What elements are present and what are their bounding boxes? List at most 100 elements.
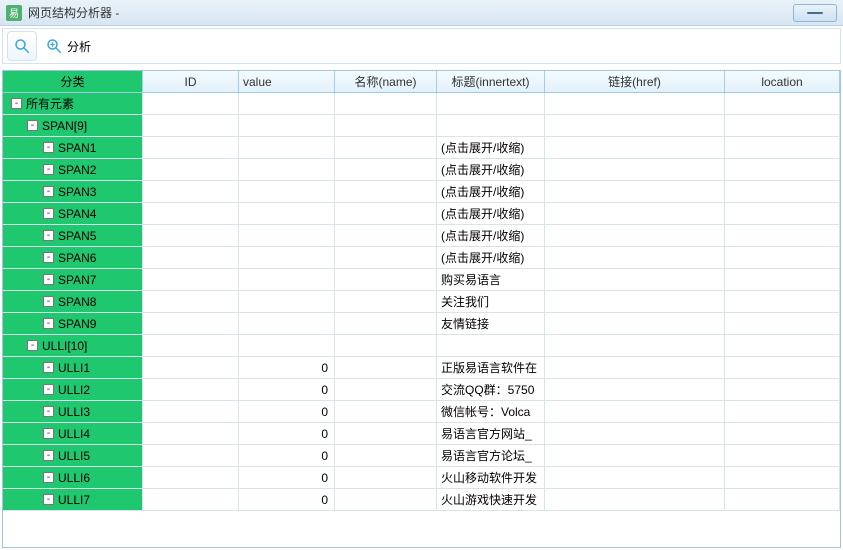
collapse-icon[interactable]: - [43, 164, 54, 175]
cell-value: 0 [239, 489, 335, 510]
tree-cell[interactable]: -ULLI5 [3, 445, 143, 466]
table-row[interactable]: -ULLI50易语言官方论坛_ [3, 445, 840, 467]
cell-title: 微信帐号：Volca [437, 401, 545, 422]
cell-location [725, 225, 840, 246]
table-row[interactable]: -SPAN4 (点击展开/收缩) [3, 203, 840, 225]
cell-location [725, 401, 840, 422]
col-header-title[interactable]: 标题(innertext) [437, 71, 545, 92]
collapse-icon[interactable]: - [43, 318, 54, 329]
cell-value [239, 159, 335, 180]
cell-href [545, 225, 725, 246]
cell-name [335, 181, 437, 202]
magnifier-button[interactable] [7, 31, 37, 61]
table-row[interactable]: -SPAN[9] [3, 115, 840, 137]
collapse-icon[interactable]: - [43, 208, 54, 219]
cell-location [725, 291, 840, 312]
tree-label: SPAN7 [58, 273, 96, 287]
tree-label: SPAN2 [58, 163, 96, 177]
collapse-icon[interactable]: - [43, 384, 54, 395]
collapse-icon[interactable]: - [43, 142, 54, 153]
tree-cell[interactable]: -SPAN1 [3, 137, 143, 158]
cell-href [545, 489, 725, 510]
collapse-icon[interactable]: - [43, 450, 54, 461]
collapse-icon[interactable]: - [27, 120, 38, 131]
cell-name [335, 159, 437, 180]
tree-label: ULLI4 [58, 427, 90, 441]
collapse-icon[interactable]: - [27, 340, 38, 351]
tree-label: ULLI2 [58, 383, 90, 397]
col-header-location[interactable]: location [725, 71, 840, 92]
toolbar: 分析 [2, 28, 841, 64]
table-row[interactable]: -SPAN3(点击展开/收缩) [3, 181, 840, 203]
tree-cell[interactable]: -SPAN6 [3, 247, 143, 268]
collapse-icon[interactable]: - [43, 230, 54, 241]
tree-cell[interactable]: -ULLI2 [3, 379, 143, 400]
col-header-name[interactable]: 名称(name) [335, 71, 437, 92]
cell-location [725, 423, 840, 444]
minimize-button[interactable] [793, 4, 837, 22]
col-header-href[interactable]: 链接(href) [545, 71, 725, 92]
tree-cell[interactable]: -SPAN[9] [3, 115, 143, 136]
cell-name [335, 401, 437, 422]
col-header-id[interactable]: ID [143, 71, 239, 92]
table-row[interactable]: -ULLI60火山移动软件开发 [3, 467, 840, 489]
window-title: 网页结构分析器 - [28, 4, 119, 21]
table-row[interactable]: -SPAN6(点击展开/收缩) [3, 247, 840, 269]
collapse-icon[interactable]: - [11, 98, 22, 109]
cell-value [239, 93, 335, 114]
table-row[interactable]: -SPAN1(点击展开/收缩) [3, 137, 840, 159]
tree-label: ULLI[10] [42, 339, 87, 353]
table-row[interactable]: -ULLI70火山游戏快速开发 [3, 489, 840, 511]
table-row[interactable]: -SPAN9友情链接 [3, 313, 840, 335]
cell-href [545, 291, 725, 312]
tree-cell[interactable]: -所有元素 [3, 93, 143, 114]
tree-label: SPAN5 [58, 229, 96, 243]
cell-href [545, 247, 725, 268]
cell-location [725, 467, 840, 488]
collapse-icon[interactable]: - [43, 472, 54, 483]
tree-cell[interactable]: -ULLI6 [3, 467, 143, 488]
table-row[interactable]: -SPAN5(点击展开/收缩) [3, 225, 840, 247]
tree-cell[interactable]: -ULLI3 [3, 401, 143, 422]
collapse-icon[interactable]: - [43, 296, 54, 307]
tree-cell[interactable]: -ULLI1 [3, 357, 143, 378]
collapse-icon[interactable]: - [43, 186, 54, 197]
table-row[interactable]: -ULLI20交流QQ群：5750 [3, 379, 840, 401]
collapse-icon[interactable]: - [43, 274, 54, 285]
tree-cell[interactable]: -SPAN7 [3, 269, 143, 290]
cell-id [143, 225, 239, 246]
table-row[interactable]: -SPAN7购买易语言 [3, 269, 840, 291]
tree-cell[interactable]: -SPAN2 [3, 159, 143, 180]
cell-title [437, 335, 545, 356]
tree-cell[interactable]: -SPAN8 [3, 291, 143, 312]
col-header-value[interactable]: value [239, 71, 335, 92]
table-row[interactable]: -ULLI[10] [3, 335, 840, 357]
table-row[interactable]: -SPAN2(点击展开/收缩) [3, 159, 840, 181]
cell-href [545, 115, 725, 136]
cell-id [143, 489, 239, 510]
collapse-icon[interactable]: - [43, 252, 54, 263]
collapse-icon[interactable]: - [43, 428, 54, 439]
tree-cell[interactable]: -ULLI7 [3, 489, 143, 510]
tree-label: SPAN[9] [42, 119, 87, 133]
cell-title: (点击展开/收缩) [437, 203, 545, 224]
analyze-button[interactable]: 分析 [45, 37, 91, 55]
table-row[interactable]: -ULLI10正版易语言软件在 [3, 357, 840, 379]
app-icon [6, 5, 22, 21]
table-row[interactable]: -SPAN8关注我们 [3, 291, 840, 313]
collapse-icon[interactable]: - [43, 494, 54, 505]
tree-cell[interactable]: -SPAN9 [3, 313, 143, 334]
collapse-icon[interactable]: - [43, 362, 54, 373]
tree-cell[interactable]: -SPAN4 [3, 203, 143, 224]
cell-title: 易语言官方论坛_ [437, 445, 545, 466]
tree-cell[interactable]: -SPAN3 [3, 181, 143, 202]
table-row[interactable]: -所有元素 [3, 93, 840, 115]
table-row[interactable]: -ULLI30微信帐号：Volca [3, 401, 840, 423]
col-header-tree[interactable]: 分类 [3, 71, 143, 92]
grid-body[interactable]: -所有元素-SPAN[9]-SPAN1(点击展开/收缩)-SPAN2(点击展开/… [3, 93, 840, 547]
tree-cell[interactable]: -SPAN5 [3, 225, 143, 246]
tree-cell[interactable]: -ULLI4 [3, 423, 143, 444]
tree-cell[interactable]: -ULLI[10] [3, 335, 143, 356]
collapse-icon[interactable]: - [43, 406, 54, 417]
table-row[interactable]: -ULLI40易语言官方网站_ [3, 423, 840, 445]
